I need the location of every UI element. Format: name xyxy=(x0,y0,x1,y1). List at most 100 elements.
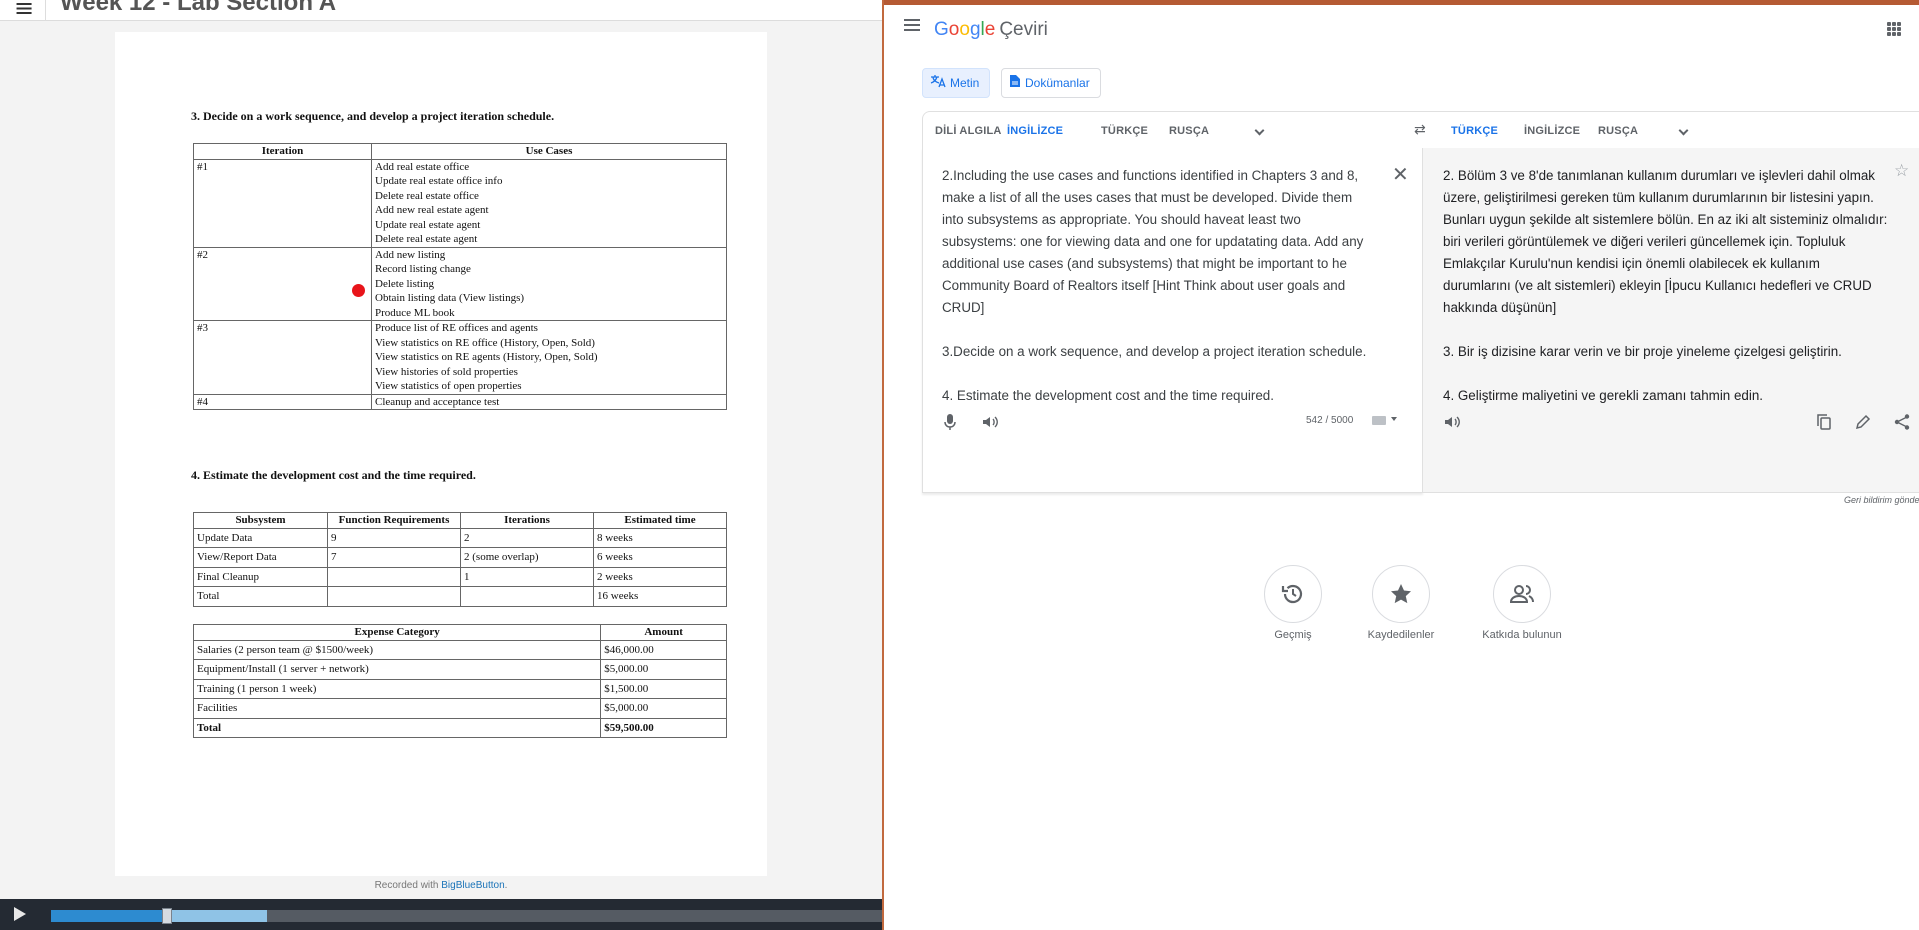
source-more-languages-chevron-down-icon[interactable] xyxy=(1254,125,1265,136)
table-row: View/Report Data 7 2 (some overlap) 6 we… xyxy=(193,547,727,568)
history-label: Geçmiş xyxy=(1274,629,1312,641)
keyboard-icon[interactable] xyxy=(1372,416,1386,425)
table-cell: 9 xyxy=(327,527,461,548)
table-cell: 7 xyxy=(327,547,461,568)
use-case-line: Obtain listing data (View listings) xyxy=(375,292,525,304)
table-header: Expense Category xyxy=(192,624,602,641)
contribute-button[interactable] xyxy=(1493,565,1551,623)
table-cell xyxy=(327,566,461,587)
bbb-playback: ≡ Week 12 - Lab Section A 3. Decide on a… xyxy=(0,0,882,930)
use-case-line: Record listing change xyxy=(375,263,471,275)
listen-source-speaker-icon[interactable] xyxy=(981,413,999,431)
documents-mode-button[interactable]: Dokümanlar xyxy=(1001,68,1101,98)
table-header: Use Cases xyxy=(371,143,727,160)
iteration-table: Iteration Use Cases #1 Add real estate o… xyxy=(193,143,727,410)
use-case-line: Add new real estate agent xyxy=(375,204,489,216)
menu-icon[interactable]: ≡ xyxy=(14,0,34,22)
table-header: Amount xyxy=(600,624,727,641)
send-feedback-link[interactable]: Geri bildirim gönder xyxy=(1844,495,1919,505)
saved-button[interactable] xyxy=(1372,565,1430,623)
share-icon[interactable] xyxy=(1893,413,1911,431)
table-row: #3 Produce list of RE offices and agents… xyxy=(193,320,727,395)
table-row: #2 Add new listing Record listing change… xyxy=(193,246,727,321)
presentation-slide: 3. Decide on a work sequence, and develo… xyxy=(115,32,767,876)
slide-heading-4: 4. Estimate the development cost and the… xyxy=(191,468,476,482)
table-row: Total 16 weeks xyxy=(193,586,727,607)
table-header: Subsystem xyxy=(193,512,328,529)
save-translation-star-icon[interactable]: ☆ xyxy=(1894,161,1909,181)
table-cell: Facilities xyxy=(192,698,602,719)
people-icon xyxy=(1509,585,1534,603)
table-row: Equipment/Install (1 server + network) $… xyxy=(192,659,727,680)
topbar-divider xyxy=(45,0,46,21)
use-case-line: Cleanup and acceptance test xyxy=(375,395,500,408)
product-name: Çeviri xyxy=(999,19,1048,40)
table-row: #4 Cleanup and acceptance test xyxy=(193,393,727,410)
contribute-label: Katkıda bulunun xyxy=(1482,629,1562,641)
google-translate-window: Google Çeviri Metin Dokümanlar DİLİ ALGIL… xyxy=(882,0,1919,930)
tab-source-english[interactable]: İNGİLİZCE xyxy=(997,112,1074,150)
google-apps-icon[interactable] xyxy=(1887,22,1901,36)
playback-controls xyxy=(0,899,882,930)
table-header: Estimated time xyxy=(593,512,727,529)
tab-source-turkish[interactable]: TÜRKÇE xyxy=(1101,112,1148,150)
history-button[interactable] xyxy=(1264,565,1322,623)
use-case-line: Add new listing xyxy=(375,248,446,261)
use-case-line: View statistics on RE agents (History, O… xyxy=(375,351,598,363)
copy-icon[interactable] xyxy=(1815,413,1833,431)
table-cell: View/Report Data xyxy=(193,547,328,568)
tab-target-russian[interactable]: RUSÇA xyxy=(1598,112,1638,150)
clear-source-close-icon[interactable]: ✕ xyxy=(1392,162,1409,186)
translated-text: 2. Bölüm 3 ve 8'de tanımlanan kullanım d… xyxy=(1443,168,1888,403)
table-row: Final Cleanup 1 2 weeks xyxy=(193,566,727,587)
target-more-languages-chevron-down-icon[interactable] xyxy=(1678,125,1689,136)
table-cell: 2 (some overlap) xyxy=(460,547,594,568)
text-mode-button[interactable]: Metin xyxy=(922,68,991,98)
bigbluebutton-link[interactable]: BigBlueButton xyxy=(441,880,504,891)
tab-source-russian[interactable]: RUSÇA xyxy=(1169,112,1209,150)
use-case-line: Update real estate office info xyxy=(375,175,503,187)
presenter-pointer xyxy=(352,284,365,297)
google-translate-logo[interactable]: Google Çeviri xyxy=(934,19,1048,41)
listen-translation-speaker-icon[interactable] xyxy=(1443,413,1461,431)
hamburger-menu-icon[interactable] xyxy=(904,19,920,31)
table-row: Update Data 9 2 8 weeks xyxy=(193,527,727,548)
table-cell: 16 weeks xyxy=(593,586,727,607)
text-mode-label: Metin xyxy=(950,76,980,90)
use-case-line: View histories of sold properties xyxy=(375,365,518,378)
target-text-box: 2. Bölüm 3 ve 8'de tanımlanan kullanım d… xyxy=(1423,148,1919,493)
progress-bar[interactable] xyxy=(51,908,882,924)
table-row: Total $59,500.00 xyxy=(192,717,727,738)
source-text[interactable]: 2.Including the use cases and functions … xyxy=(942,165,1376,407)
progress-thumb[interactable] xyxy=(162,908,173,924)
table-cell: #2 xyxy=(193,246,372,321)
subsystem-table: Subsystem Function Requirements Iteratio… xyxy=(193,512,727,607)
table-cell: $46,000.00 xyxy=(600,639,727,660)
use-case-cell: Add new listing Record listing change De… xyxy=(371,246,727,321)
tab-target-english[interactable]: İNGİLİZCE xyxy=(1524,112,1580,150)
use-case-line: View statistics on RE office (History, O… xyxy=(375,336,595,349)
table-cell: 2 weeks xyxy=(593,566,727,587)
recorded-suffix: . xyxy=(504,880,508,891)
star-icon xyxy=(1391,584,1411,604)
expense-table: Expense Category Amount Salaries (2 pers… xyxy=(192,624,727,738)
swap-languages-icon[interactable]: ⇄ xyxy=(1414,122,1426,138)
tab-detect-language[interactable]: DİLİ ALGILA xyxy=(935,112,1002,150)
keyboard-options-caret-icon[interactable] xyxy=(1391,417,1397,421)
table-cell: $1,500.00 xyxy=(600,678,727,699)
table-cell: #4 xyxy=(193,393,372,410)
bbb-topbar: ≡ Week 12 - Lab Section A xyxy=(0,0,882,22)
table-row: Training (1 person 1 week) $1,500.00 xyxy=(192,678,727,699)
translate-icon xyxy=(930,70,946,98)
source-text-box[interactable]: 2.Including the use cases and functions … xyxy=(922,148,1423,493)
table-row: Salaries (2 person team @ $1500/week) $4… xyxy=(192,639,727,660)
table-cell: $59,500.00 xyxy=(600,717,727,738)
table-cell: Update Data xyxy=(193,527,328,548)
edit-pencil-icon[interactable] xyxy=(1854,413,1872,431)
table-header: Function Requirements xyxy=(327,512,461,529)
table-cell: 8 weeks xyxy=(593,527,727,548)
table-cell: Total xyxy=(192,717,602,738)
play-icon[interactable] xyxy=(14,907,26,921)
tab-target-turkish[interactable]: TÜRKÇE xyxy=(1446,112,1504,150)
microphone-icon[interactable] xyxy=(943,413,957,431)
